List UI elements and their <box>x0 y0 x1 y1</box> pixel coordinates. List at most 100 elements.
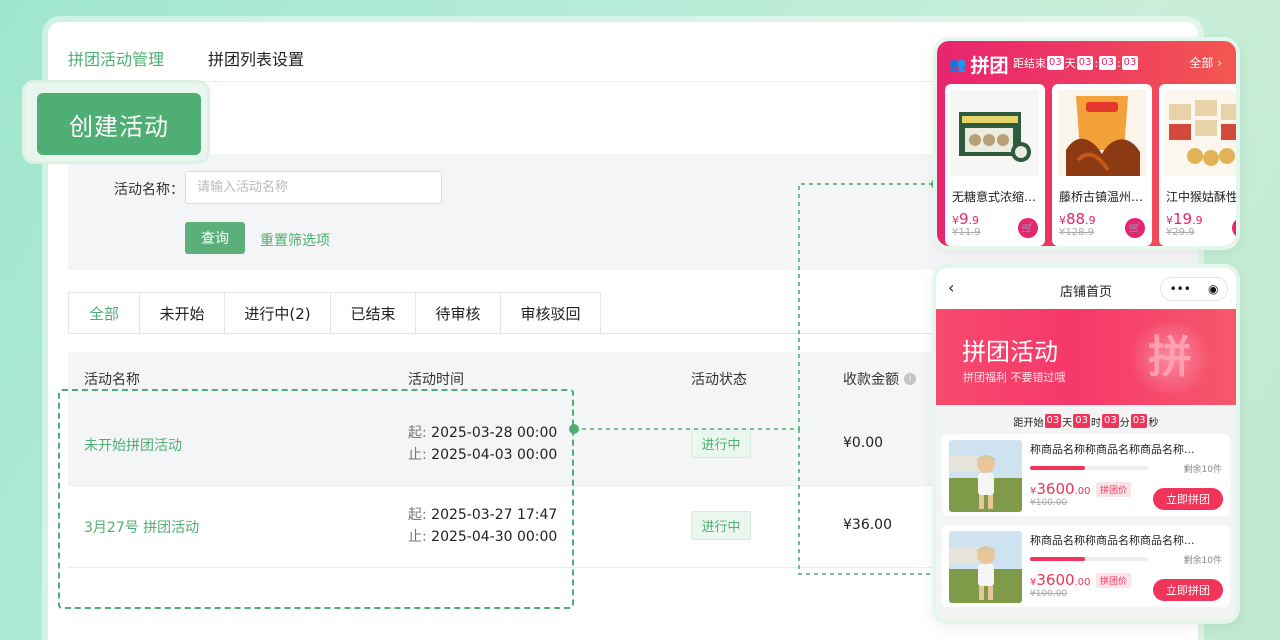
countdown-minutes: 03 <box>1102 414 1119 428</box>
product-price: ¥9.9 <box>952 210 979 228</box>
product-title: 江中猴姑酥性… <box>1166 190 1236 204</box>
query-button[interactable]: 查询 <box>185 222 245 254</box>
tab-all[interactable]: 全部 <box>68 292 140 334</box>
phone-screen: ‹ 店铺首页 ••• ◉ 拼团活动 拼团福利 不要错过哦 拼 距开始 03 天 … <box>936 268 1236 620</box>
countdown-sep: 天 <box>1064 57 1076 70</box>
countdown-days: 03 <box>1044 414 1062 428</box>
header-activity-name: 活动名称 <box>84 372 140 388</box>
product-image <box>949 440 1022 512</box>
countdown-days: 03 <box>1047 56 1064 70</box>
product-image <box>951 90 1039 176</box>
reset-filters-link[interactable]: 重置筛选项 <box>260 230 330 250</box>
group-price: ¥3600.00 <box>1030 571 1090 589</box>
header-amount-label: 收款金额 <box>843 372 899 388</box>
product-name: 称商品名称称商品名称商品名称... <box>1030 443 1195 456</box>
sales-progress-fill <box>1030 557 1086 561</box>
activity-name-label: 活动名称： <box>114 182 184 198</box>
info-icon[interactable]: i <box>904 373 916 385</box>
group-price-tag: 拼团价 <box>1096 573 1132 588</box>
product-price: ¥88.9 <box>1059 210 1096 228</box>
group-price-tag: 拼团价 <box>1096 482 1132 497</box>
countdown-hours: 03 <box>1073 414 1090 428</box>
original-price: ¥100.00 <box>1030 589 1068 599</box>
header-activity-time: 活动时间 <box>408 372 464 388</box>
sales-progress-bar <box>1030 557 1148 561</box>
status-badge: 进行中 <box>691 429 751 458</box>
tab-ended[interactable]: 已结束 <box>331 292 416 334</box>
group-buy-widget-preview: 👥 拼团 距结束 03 天 03 : 03 : 03 全部 › 无糖意式浓缩… <box>933 37 1240 250</box>
countdown-hours: 03 <box>1076 56 1094 70</box>
group-price: ¥3600.00 <box>1030 480 1090 498</box>
original-price: ¥29.9 <box>1166 227 1195 238</box>
sales-progress-bar <box>1030 466 1148 470</box>
group-buy-item[interactable]: 称商品名称称商品名称商品名称... 剩余10件 ¥3600.00 拼团价 ¥10… <box>942 525 1230 607</box>
remaining-stock: 剩余10件 <box>1183 465 1222 475</box>
cart-icon[interactable]: 🛒 <box>1232 218 1236 238</box>
view-all-link[interactable]: 全部 › <box>1189 54 1222 71</box>
banner-title: 拼团活动 <box>962 338 1058 366</box>
price-decimal: .9 <box>1085 214 1096 227</box>
banner-subtitle: 拼团福利 不要错过哦 <box>963 371 1066 384</box>
group-buy-banner: 拼团活动 拼团福利 不要错过哦 拼 <box>936 309 1236 405</box>
price-decimal: .00 <box>1074 577 1091 588</box>
capsule-menu[interactable]: ••• ◉ <box>1160 277 1228 301</box>
tab-review-rejected[interactable]: 审核驳回 <box>501 292 601 334</box>
product-price: ¥19.9 <box>1166 210 1203 228</box>
countdown-unit: 天 <box>1062 417 1073 429</box>
countdown-sep: : <box>1094 56 1099 70</box>
countdown-unit: 分 <box>1119 417 1130 429</box>
amount-value: ¥0.00 <box>843 435 884 451</box>
price-integer: 9 <box>959 210 969 228</box>
product-card[interactable]: 藤桥古镇温州… ¥88.9 ¥128.9 🛒 <box>1052 84 1152 246</box>
countdown-seconds: 03 <box>1121 56 1139 70</box>
product-title: 无糖意式浓缩… <box>952 190 1037 204</box>
price-integer: 19 <box>1173 210 1193 228</box>
sales-progress-fill <box>1030 466 1086 470</box>
highlight-dashed-box <box>58 389 574 609</box>
create-activity-button[interactable]: 创建活动 <box>37 93 201 155</box>
start-countdown: 距开始 03 天 03 时 03 分 03 秒 <box>936 412 1236 430</box>
price-decimal: .00 <box>1074 486 1091 497</box>
tab-not-started[interactable]: 未开始 <box>140 292 225 334</box>
status-badge: 进行中 <box>691 511 751 540</box>
countdown-label: 距开始 <box>1013 417 1044 429</box>
price-integer: 88 <box>1066 210 1086 228</box>
product-image <box>1058 90 1146 176</box>
cart-icon[interactable]: 🛒 <box>1125 218 1145 238</box>
price-currency: ¥ <box>1166 214 1173 227</box>
tab-group-buy-list-settings[interactable]: 拼团列表设置 <box>208 46 304 70</box>
header-activity-status: 活动状态 <box>691 372 747 388</box>
amount-value: ¥36.00 <box>843 517 892 533</box>
countdown-unit: 秒 <box>1148 417 1159 429</box>
countdown-minutes: 03 <box>1099 56 1116 70</box>
price-currency: ¥ <box>952 214 959 227</box>
activity-name-input[interactable]: 请输入活动名称 <box>185 171 442 204</box>
product-image <box>1165 90 1236 176</box>
product-card[interactable]: 江中猴姑酥性… ¥19.9 ¥29.9 🛒 <box>1159 84 1236 246</box>
countdown-seconds: 03 <box>1130 414 1148 428</box>
product-title: 藤桥古镇温州… <box>1059 190 1144 204</box>
countdown-label: 距结束 <box>1013 57 1046 70</box>
close-icon[interactable]: ◉ <box>1208 282 1218 296</box>
logo-text: 拼团 <box>970 55 1009 77</box>
widget-body: 👥 拼团 距结束 03 天 03 : 03 : 03 全部 › 无糖意式浓缩… <box>937 41 1236 246</box>
product-name: 称商品名称称商品名称商品名称... <box>1030 534 1195 547</box>
tab-group-buy-management[interactable]: 拼团活动管理 <box>68 46 164 70</box>
more-icon[interactable]: ••• <box>1170 282 1191 296</box>
header-amount: 收款金额 i <box>843 369 916 389</box>
tab-pending-review[interactable]: 待审核 <box>416 292 501 334</box>
tab-in-progress[interactable]: 进行中(2) <box>225 292 331 334</box>
group-buy-item[interactable]: 称商品名称称商品名称商品名称... 剩余10件 ¥3600.00 拼团价 ¥10… <box>942 434 1230 516</box>
price-decimal: .9 <box>968 214 980 227</box>
price-integer: 3600 <box>1036 571 1075 589</box>
original-price: ¥11.9 <box>952 227 981 238</box>
remaining-stock: 剩余10件 <box>1183 556 1222 566</box>
mini-program-header: ‹ 店铺首页 ••• ◉ <box>936 268 1236 309</box>
countdown: 距结束 03 天 03 : 03 : 03 <box>1013 55 1139 71</box>
cart-icon[interactable]: 🛒 <box>1018 218 1038 238</box>
join-group-button[interactable]: 立即拼团 <box>1153 488 1223 510</box>
product-card[interactable]: 无糖意式浓缩… ¥9.9 ¥11.9 🛒 <box>945 84 1045 246</box>
product-image <box>949 531 1022 603</box>
price-integer: 3600 <box>1036 480 1075 498</box>
join-group-button[interactable]: 立即拼团 <box>1153 579 1223 601</box>
